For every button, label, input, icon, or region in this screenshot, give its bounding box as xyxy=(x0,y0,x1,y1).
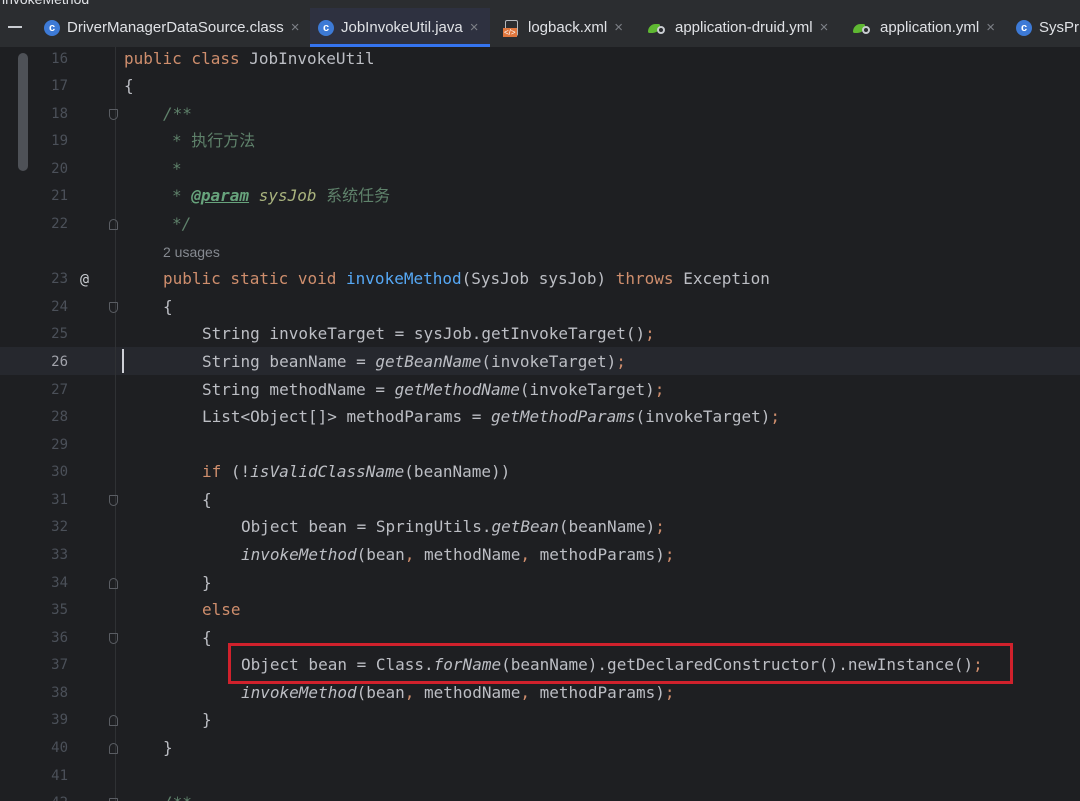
line-number[interactable]: 19 xyxy=(0,127,68,155)
spring-yaml-icon xyxy=(853,19,873,37)
code-line-16: public class JobInvokeUtil xyxy=(124,49,375,68)
code-line-33: invokeMethod(bean, methodName, methodPar… xyxy=(241,545,675,564)
line-number[interactable]: 35 xyxy=(0,596,68,624)
code-line-23: public static void invokeMethod(SysJob s… xyxy=(163,269,770,288)
code-line-28: List<Object[]> methodParams = getMethodP… xyxy=(202,407,780,426)
line-number-current[interactable]: 26 xyxy=(0,348,68,376)
close-icon[interactable]: × xyxy=(470,19,479,36)
code-line-18: /** xyxy=(163,104,192,123)
tab-job-invoke-util[interactable]: c JobInvokeUtil.java × xyxy=(310,8,490,47)
line-number[interactable]: 32 xyxy=(0,513,68,541)
line-number[interactable]: 36 xyxy=(0,624,68,652)
line-number[interactable]: 24 xyxy=(0,293,68,321)
fold-icon[interactable] xyxy=(109,109,118,120)
line-number[interactable]: 23 xyxy=(0,265,68,293)
line-number[interactable]: 27 xyxy=(0,376,68,404)
code-line-42: /** xyxy=(163,789,192,801)
code-line-26: String beanName = getBeanName(invokeTarg… xyxy=(202,352,626,371)
collapse-icon[interactable] xyxy=(0,8,32,47)
line-number[interactable]: 21 xyxy=(0,182,68,210)
line-number[interactable]: 22 xyxy=(0,210,68,238)
code-line-34: } xyxy=(202,573,212,592)
line-number[interactable]: 38 xyxy=(0,679,68,707)
highlight-box xyxy=(228,643,1013,684)
line-number[interactable]: 37 xyxy=(0,651,68,679)
xml-icon xyxy=(503,19,521,37)
fold-icon[interactable] xyxy=(109,302,118,313)
line-number[interactable]: 20 xyxy=(0,155,68,183)
line-number[interactable]: 42 xyxy=(0,789,68,801)
indent-guide xyxy=(115,47,116,801)
override-marker-icon[interactable]: @ xyxy=(80,265,89,293)
code-line-20: * xyxy=(172,159,182,178)
fold-end-icon[interactable] xyxy=(109,715,118,726)
code-line-36: { xyxy=(202,628,212,647)
fold-icon[interactable] xyxy=(109,633,118,644)
fold-icon[interactable] xyxy=(109,495,118,506)
fold-end-icon[interactable] xyxy=(109,743,118,754)
fold-end-icon[interactable] xyxy=(109,219,118,230)
line-number[interactable]: 41 xyxy=(0,762,68,790)
editor-tab-bar: c DriverManagerDataSource.class × c JobI… xyxy=(0,8,1080,48)
code-line-40: } xyxy=(163,738,173,757)
code-editor[interactable]: 16 17 18 19 20 21 22 23 24 25 26 27 28 2… xyxy=(0,47,1080,801)
class-icon: c xyxy=(1016,19,1032,36)
line-number[interactable]: 33 xyxy=(0,541,68,569)
tab-driver-manager-datasource[interactable]: c DriverManagerDataSource.class × xyxy=(44,8,306,47)
line-number[interactable]: 18 xyxy=(0,100,68,128)
code-line-21: * @param sysJob 系统任务 xyxy=(172,186,391,205)
close-icon[interactable]: × xyxy=(986,19,995,36)
usages-hint[interactable]: 2 usages xyxy=(163,238,220,266)
method-breadcrumb[interactable]: invokeMethod xyxy=(0,0,1080,8)
code-line-30: if (!isValidClassName(beanName)) xyxy=(202,462,511,481)
code-line-19: * 执行方法 xyxy=(172,131,256,150)
line-number[interactable]: 34 xyxy=(0,569,68,597)
code-line-24: { xyxy=(163,297,173,316)
code-line-25: String invokeTarget = sysJob.getInvokeTa… xyxy=(202,324,655,343)
tab-logback-xml[interactable]: logback.xml × xyxy=(503,8,633,47)
line-number[interactable]: 29 xyxy=(0,431,68,459)
fold-end-icon[interactable] xyxy=(109,578,118,589)
close-icon[interactable]: × xyxy=(614,19,623,36)
line-number[interactable]: 28 xyxy=(0,403,68,431)
text-cursor xyxy=(122,349,124,373)
class-icon: c xyxy=(318,19,334,36)
code-line-27: String methodName = getMethodName(invoke… xyxy=(202,380,665,399)
tab-application-druid-yml[interactable]: application-druid.yml × xyxy=(648,8,838,47)
code-line-31: { xyxy=(202,490,212,509)
tab-application-yml[interactable]: application.yml × xyxy=(853,8,1001,47)
line-number[interactable]: 39 xyxy=(0,706,68,734)
line-number[interactable]: 31 xyxy=(0,486,68,514)
code-line-32: Object bean = SpringUtils.getBean(beanNa… xyxy=(241,517,665,536)
line-number[interactable]: 30 xyxy=(0,458,68,486)
tab-syspr[interactable]: c SysPr xyxy=(1016,8,1080,47)
close-icon[interactable]: × xyxy=(291,19,300,36)
class-icon: c xyxy=(44,19,60,36)
code-line-39: } xyxy=(202,710,212,729)
code-line-22: */ xyxy=(172,214,192,233)
line-number[interactable]: 40 xyxy=(0,734,68,762)
close-icon[interactable]: × xyxy=(820,19,829,36)
line-number[interactable]: 17 xyxy=(0,72,68,100)
line-number[interactable]: 25 xyxy=(0,320,68,348)
code-line-35: else xyxy=(202,600,241,619)
spring-yaml-icon xyxy=(648,19,668,37)
line-number[interactable]: 16 xyxy=(0,47,68,73)
code-line-17: { xyxy=(124,76,134,95)
